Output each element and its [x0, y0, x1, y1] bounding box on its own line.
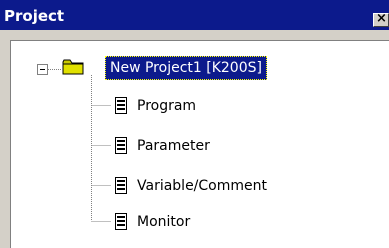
document-icon	[115, 177, 127, 194]
close-icon: ×	[376, 13, 387, 26]
project-window: Project × New Project1 [K200S] Program P…	[0, 0, 389, 248]
folder-icon	[62, 59, 84, 75]
tree-item-label: Monitor	[137, 214, 191, 230]
tree-item-label: Parameter	[137, 138, 210, 154]
title-bar[interactable]: Project ×	[0, 0, 389, 30]
tree-item-label: Program	[137, 98, 197, 114]
project-tree[interactable]: New Project1 [K200S] Program Parameter V…	[10, 40, 389, 248]
document-icon	[115, 213, 127, 230]
tree-item-label: Variable/Comment	[137, 178, 267, 194]
document-icon	[115, 97, 127, 114]
collapse-toggle[interactable]	[37, 64, 48, 75]
window-title: Project	[4, 7, 65, 25]
close-button[interactable]: ×	[373, 13, 389, 27]
document-icon	[115, 137, 127, 154]
tree-root-item[interactable]: New Project1 [K200S]	[105, 56, 267, 80]
